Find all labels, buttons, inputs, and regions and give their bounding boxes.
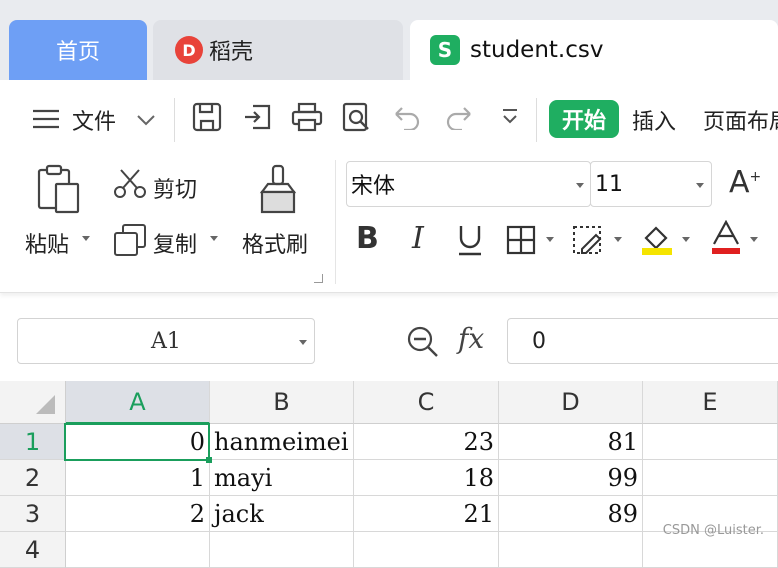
paste-dropdown-caret[interactable] xyxy=(82,236,90,241)
fill-handle[interactable] xyxy=(206,457,212,463)
export-icon[interactable] xyxy=(241,100,275,134)
font-color-dropdown-caret[interactable] xyxy=(750,237,758,242)
daoke-logo-icon: D xyxy=(175,36,203,64)
fill-color-icon[interactable] xyxy=(640,222,674,260)
tab-page-layout[interactable]: 页面布局 xyxy=(703,104,778,136)
border-style-dropdown-caret[interactable] xyxy=(614,237,622,242)
chevron-down-icon[interactable] xyxy=(136,112,156,131)
cell-a2[interactable]: 1 xyxy=(66,460,210,496)
font-name-select[interactable]: 宋体 xyxy=(346,161,591,207)
border-style-icon[interactable] xyxy=(572,225,604,259)
formula-value: 0 xyxy=(532,328,546,354)
tab-start[interactable]: 开始 xyxy=(549,100,619,138)
cell-b2[interactable]: mayi xyxy=(210,460,354,496)
scissors-icon[interactable] xyxy=(113,168,147,204)
font-name-dropdown-caret[interactable] xyxy=(576,183,584,188)
tab-home-label: 首页 xyxy=(55,40,100,65)
column-header-a[interactable]: A xyxy=(66,381,210,424)
cell-b4[interactable] xyxy=(210,532,354,568)
column-header-e[interactable]: E xyxy=(643,381,778,424)
format-painter-button[interactable]: 格式刷 xyxy=(242,227,308,259)
fill-color-dropdown-caret[interactable] xyxy=(682,237,690,242)
cut-button[interactable]: 剪切 xyxy=(153,172,197,204)
select-all-corner[interactable] xyxy=(0,381,66,424)
dialog-launcher-icon[interactable] xyxy=(314,274,323,283)
cell-c3[interactable]: 21 xyxy=(354,496,499,532)
tab-daoke[interactable]: D 稻壳 xyxy=(153,20,403,80)
divider xyxy=(174,98,175,142)
insert-function-icon[interactable]: fx xyxy=(458,322,484,355)
spreadsheet-file-icon: S xyxy=(430,35,460,65)
column-header-d[interactable]: D xyxy=(499,381,643,424)
font-size-select[interactable]: 11 xyxy=(590,161,712,207)
cell-b3[interactable]: jack xyxy=(210,496,354,532)
print-preview-icon[interactable] xyxy=(340,100,374,134)
italic-icon[interactable]: I xyxy=(412,221,424,256)
cell-d2[interactable]: 99 xyxy=(499,460,643,496)
row-header-3[interactable]: 3 xyxy=(0,496,66,532)
borders-dropdown-caret[interactable] xyxy=(546,237,554,242)
bold-icon[interactable]: B xyxy=(356,221,379,256)
print-icon[interactable] xyxy=(290,100,324,134)
cell-d4[interactable] xyxy=(499,532,643,568)
divider xyxy=(335,160,336,284)
cell-e1[interactable] xyxy=(643,424,778,460)
cell-a3[interactable]: 2 xyxy=(66,496,210,532)
cell-d3[interactable]: 89 xyxy=(499,496,643,532)
tab-daoke-label: 稻壳 xyxy=(209,40,254,65)
font-size-value: 11 xyxy=(595,171,623,197)
tab-start-label: 开始 xyxy=(561,109,606,134)
font-size-dropdown-caret[interactable] xyxy=(696,183,704,188)
tab-insert[interactable]: 插入 xyxy=(632,104,676,136)
copy-dropdown-caret[interactable] xyxy=(210,236,218,241)
copy-button[interactable]: 复制 xyxy=(153,227,197,259)
undo-icon[interactable] xyxy=(390,100,424,134)
format-painter-icon[interactable] xyxy=(258,164,298,220)
cell-a1[interactable]: 0 xyxy=(66,424,210,460)
font-color-icon[interactable] xyxy=(710,219,742,260)
cell-reference: A1 xyxy=(151,328,181,354)
font-name-value: 宋体 xyxy=(351,174,396,199)
column-header-c[interactable]: C xyxy=(354,381,499,424)
hamburger-menu-icon[interactable] xyxy=(32,108,60,134)
cell-b1[interactable]: hanmeimei xyxy=(210,424,354,460)
row-header-1[interactable]: 1 xyxy=(0,424,66,460)
row-header-4[interactable]: 4 xyxy=(0,532,66,568)
increase-font-size-icon[interactable]: A+ xyxy=(729,165,761,200)
save-icon[interactable] xyxy=(190,100,224,134)
cell-a4[interactable] xyxy=(66,532,210,568)
name-box-dropdown-caret[interactable] xyxy=(299,340,307,345)
name-box[interactable]: A1 xyxy=(17,318,315,364)
paste-button[interactable]: 粘贴 xyxy=(25,227,69,259)
cell-c4[interactable] xyxy=(354,532,499,568)
cell-c2[interactable]: 18 xyxy=(354,460,499,496)
row-header-2[interactable]: 2 xyxy=(0,460,66,496)
watermark: CSDN @Luister. xyxy=(662,523,764,538)
redo-icon[interactable] xyxy=(442,100,476,134)
tab-student-csv[interactable]: S student.csv xyxy=(410,20,778,80)
formula-input[interactable]: 0 xyxy=(507,318,778,364)
tab-file-label: student.csv xyxy=(470,37,604,63)
borders-icon[interactable] xyxy=(506,225,536,259)
file-menu-label[interactable]: 文件 xyxy=(72,104,116,136)
cell-e2[interactable] xyxy=(643,460,778,496)
zoom-search-icon[interactable] xyxy=(406,325,440,363)
tab-home[interactable]: 首页 xyxy=(9,20,147,80)
copy-icon[interactable] xyxy=(113,223,147,261)
customize-toolbar-icon[interactable] xyxy=(493,100,527,134)
column-header-b[interactable]: B xyxy=(210,381,354,424)
divider xyxy=(536,98,537,142)
cell-d1[interactable]: 81 xyxy=(499,424,643,460)
underline-icon[interactable] xyxy=(456,224,484,260)
paste-icon[interactable] xyxy=(36,164,82,218)
cell-c1[interactable]: 23 xyxy=(354,424,499,460)
